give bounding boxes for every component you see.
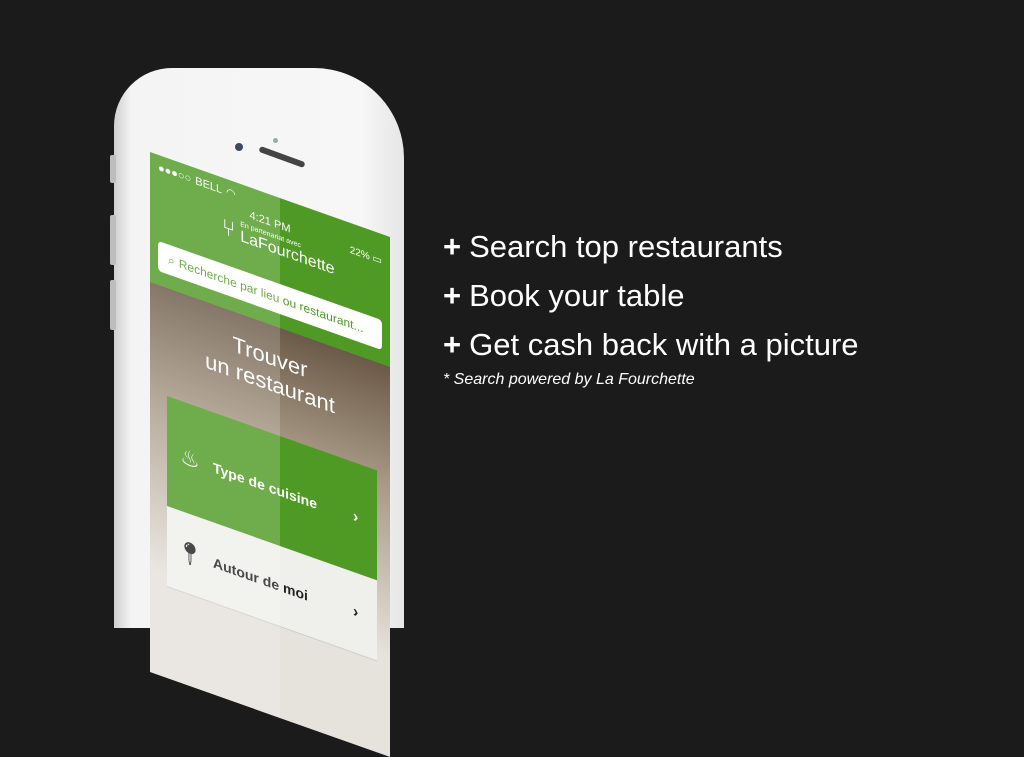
front-camera — [235, 143, 243, 151]
proximity-sensor — [273, 138, 278, 143]
feature-item: + Book your table — [443, 271, 859, 320]
plus-icon: + — [443, 278, 462, 313]
feature-item: + Get cash back with a picture — [443, 320, 859, 369]
footnote: * Search powered by La Fourchette — [443, 371, 695, 388]
volume-down-button — [110, 280, 116, 330]
screen-glare — [150, 152, 280, 719]
feature-text: Book your table — [469, 278, 685, 313]
feature-item: + Search top restaurants — [443, 222, 859, 271]
phone-screen: ●●●○○ BELL ◠ 4:21 PM 22% ▭ ⑂ En partenar… — [150, 152, 390, 757]
mute-switch — [110, 155, 116, 183]
volume-up-button — [110, 215, 116, 265]
plus-icon: + — [443, 327, 462, 362]
feature-text: Search top restaurants — [469, 229, 783, 264]
feature-list: + Search top restaurants + Book your table… — [443, 222, 859, 389]
plus-icon: + — [443, 229, 462, 264]
chevron-right-icon: › — [353, 602, 359, 622]
chevron-right-icon: › — [353, 507, 359, 527]
feature-text: Get cash back with a picture — [469, 327, 859, 362]
